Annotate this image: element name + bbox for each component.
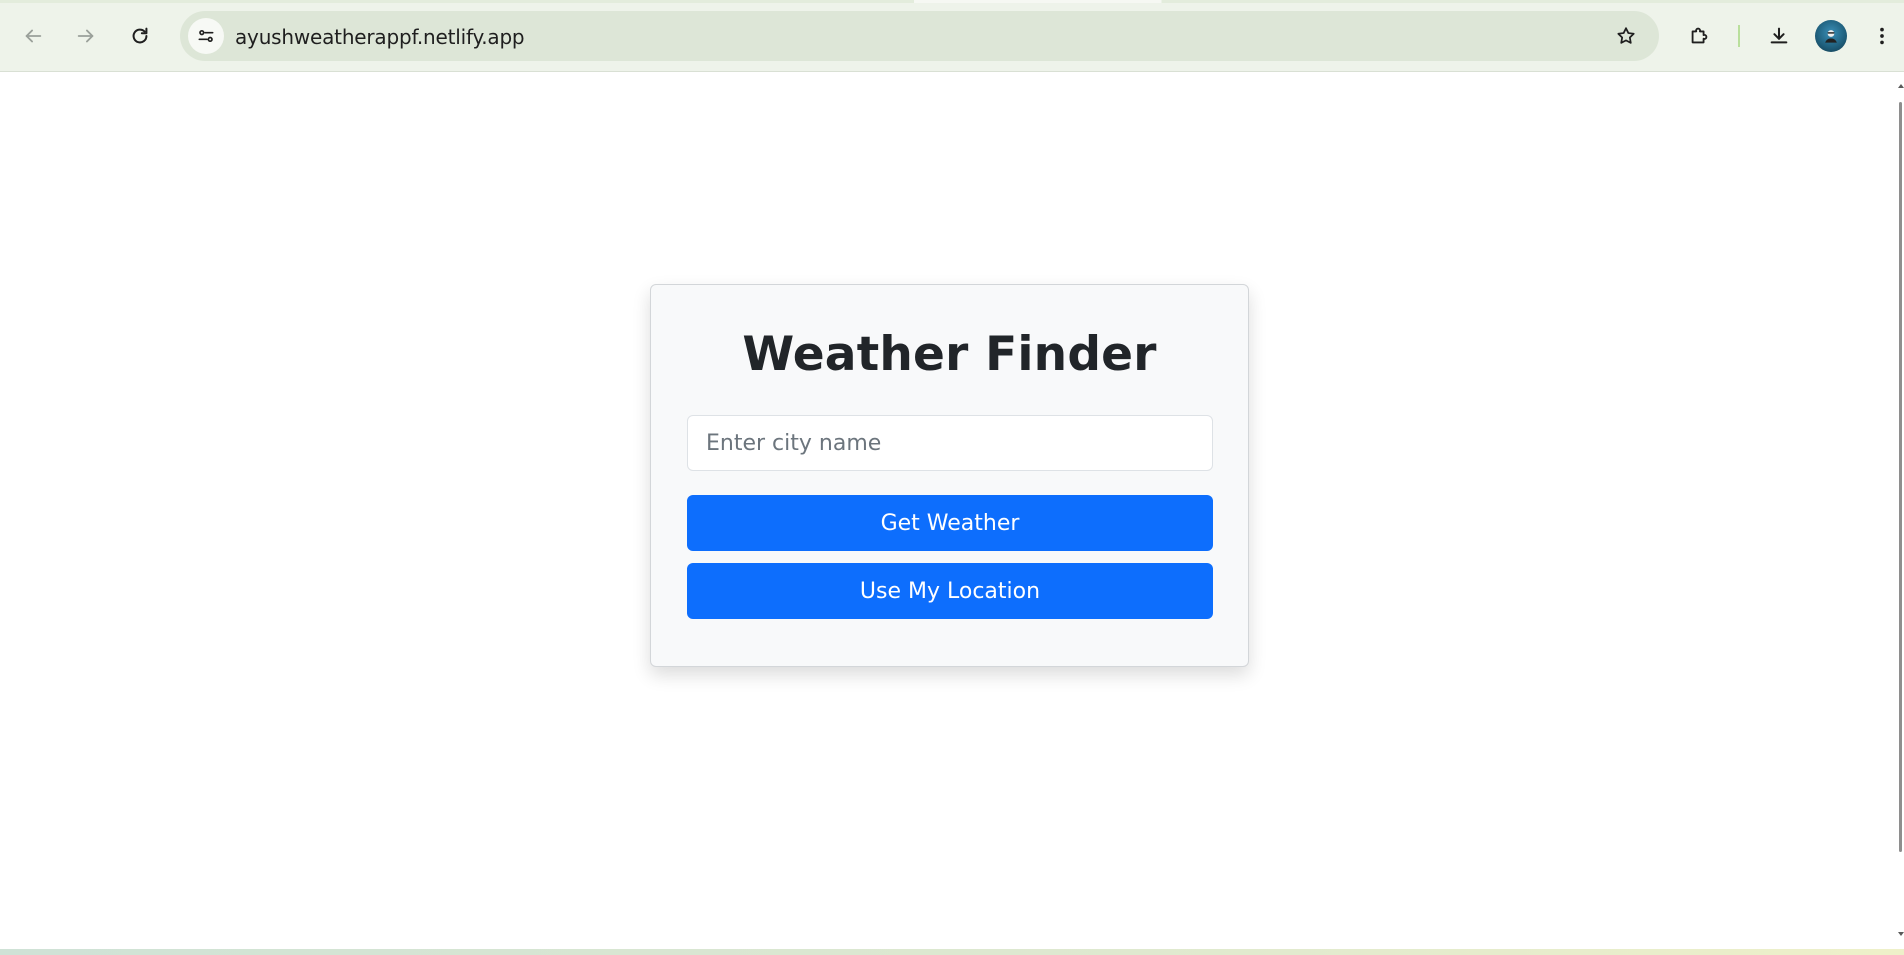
arrow-right-icon [77,29,94,43]
vertical-scrollbar[interactable] [1897,72,1904,949]
bookmark-button[interactable] [1609,19,1643,53]
scrollbar-thumb[interactable] [1899,102,1902,852]
site-info-button[interactable] [188,18,224,54]
weather-card: Weather Finder Get Weather Use My Locati… [650,284,1249,667]
star-icon [1617,27,1635,44]
scroll-down-arrow-icon[interactable] [1898,932,1904,936]
reload-icon [132,27,148,44]
tune-icon [198,30,214,43]
window-bottom-edge [0,949,1904,955]
page-title: Weather Finder [742,327,1157,382]
download-icon [1770,27,1788,44]
downloads-button[interactable] [1761,18,1797,54]
kebab-menu-icon [1880,27,1884,45]
browser-toolbar: ayushweatherappf.netlify.app [0,0,1904,72]
profile-picture-icon [1825,30,1837,43]
get-weather-button[interactable]: Get Weather [687,495,1213,551]
reload-button[interactable] [122,18,158,54]
tab-strip-edge [0,0,1904,3]
avatar[interactable] [1815,20,1847,52]
address-bar[interactable]: ayushweatherappf.netlify.app [180,11,1659,61]
puzzle-icon [1691,27,1708,44]
city-search-input[interactable] [687,415,1213,471]
extensions-button[interactable] [1681,18,1717,54]
back-button[interactable] [15,18,51,54]
arrow-left-icon [25,29,42,43]
toolbar-divider [1738,25,1740,47]
url-text[interactable]: ayushweatherappf.netlify.app [235,25,525,49]
use-my-location-button[interactable]: Use My Location [687,563,1213,619]
scroll-up-arrow-icon[interactable] [1898,84,1904,88]
forward-button[interactable] [68,18,104,54]
menu-button[interactable] [1868,18,1896,54]
